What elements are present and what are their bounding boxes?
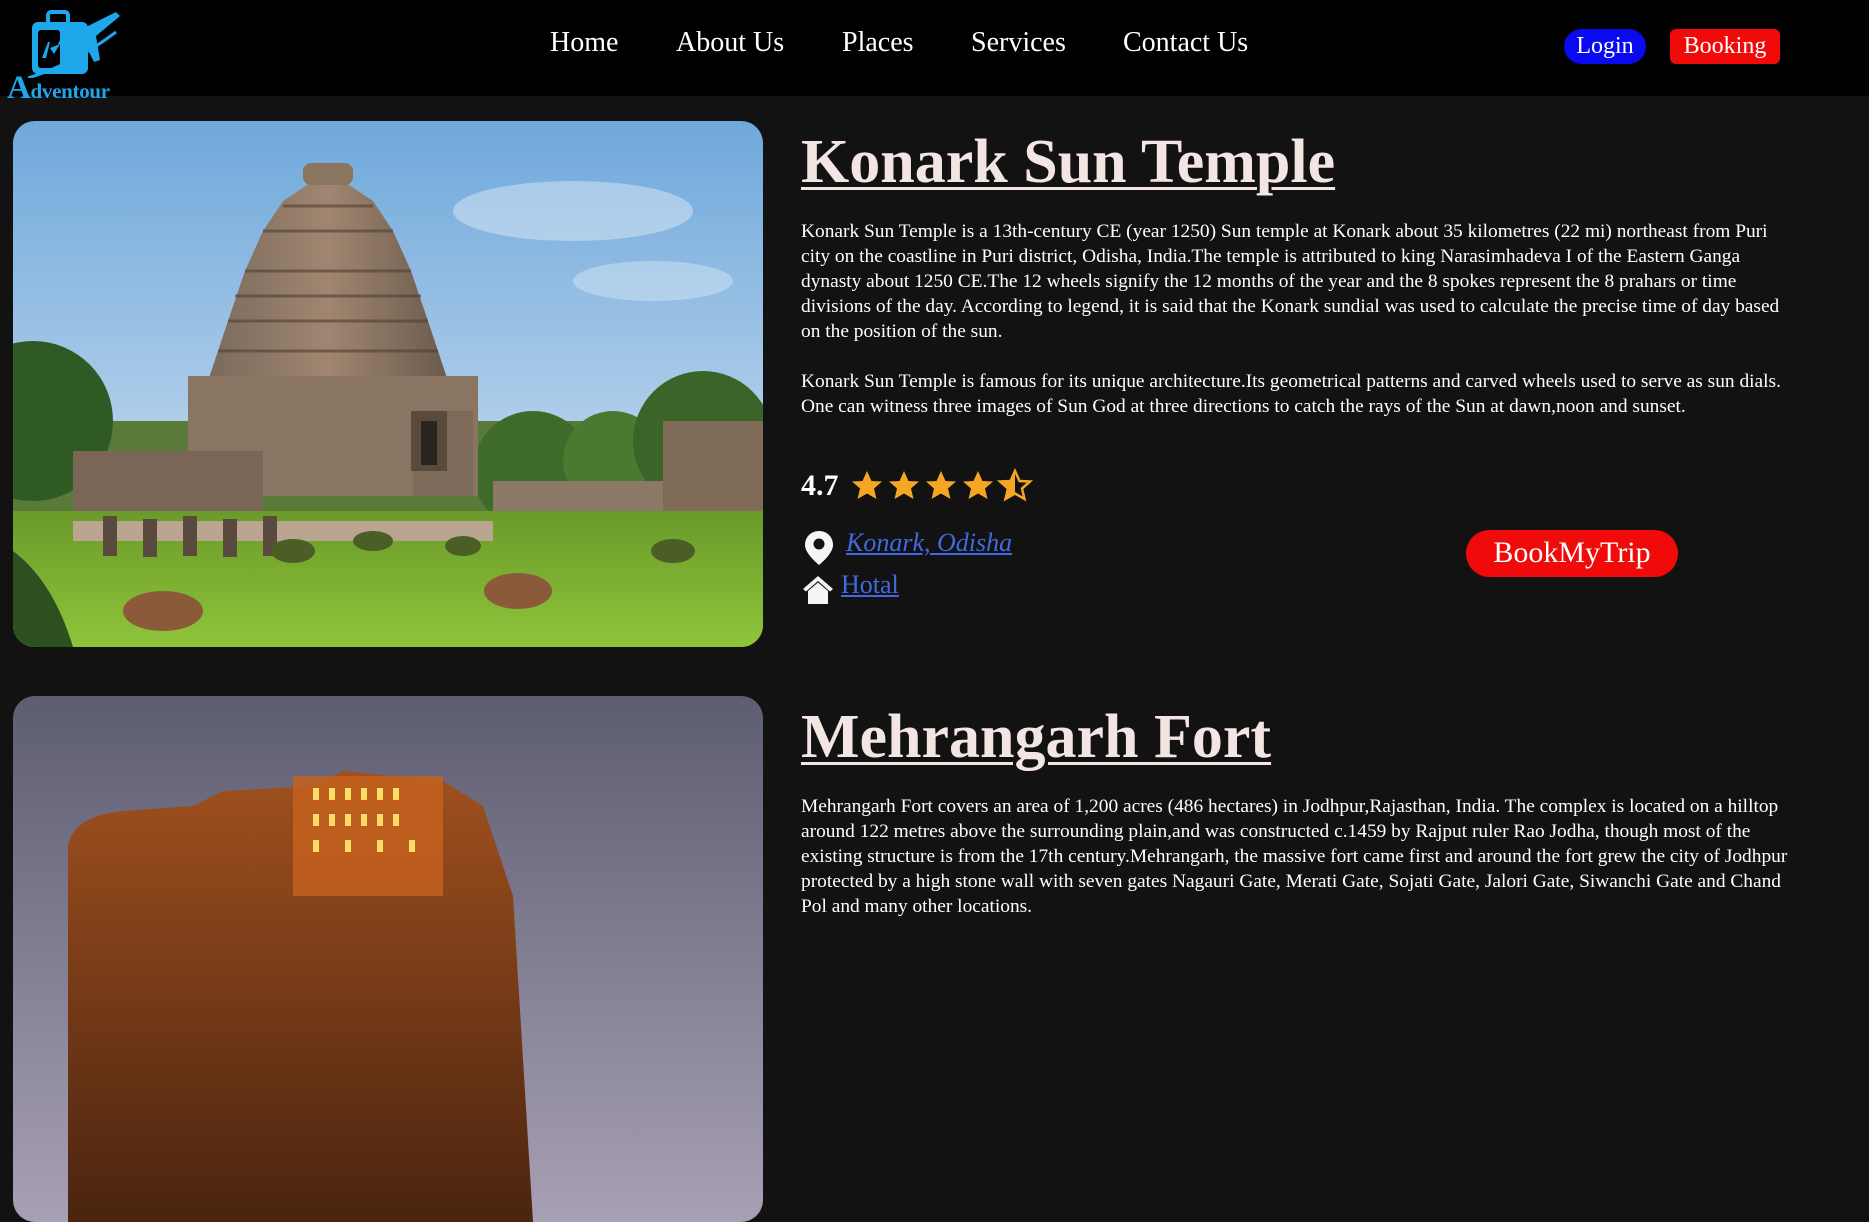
house-icon (803, 576, 833, 604)
map-pin-icon (805, 531, 833, 565)
logo-wordmark: dventour (30, 79, 111, 103)
place-title-konark: Konark Sun Temple (801, 128, 1336, 196)
nav-services[interactable]: Services (971, 27, 1066, 59)
logo-text: Adventour (7, 70, 110, 107)
nav-home[interactable]: Home (550, 27, 618, 59)
place-title-mehrangarh: Mehrangarh Fort (801, 703, 1272, 771)
rating-value: 4.7 (801, 469, 839, 502)
nav-contact-us[interactable]: Contact Us (1123, 27, 1248, 59)
nav-about-us[interactable]: About Us (676, 27, 784, 59)
star-icon (926, 471, 956, 499)
location-link[interactable]: Konark, Odisha (846, 528, 1012, 558)
logo-initial: A (7, 70, 31, 106)
place-description-konark-2: Konark Sun Temple is famous for its uniq… (801, 371, 1781, 417)
nav-places[interactable]: Places (842, 27, 914, 59)
book-my-trip-button[interactable]: BookMyTrip (1466, 530, 1678, 577)
rating-stars (852, 468, 1034, 502)
suitcase-airplane-icon (27, 10, 120, 78)
mehrangarh-fort-image (13, 696, 763, 1222)
star-half-icon (996, 468, 1034, 502)
place-description-mehrangarh-1: Mehrangarh Fort covers an area of 1,200 … (801, 796, 1788, 917)
star-icon (963, 471, 993, 499)
hotel-link[interactable]: Hotal (841, 570, 899, 600)
place-description-konark-1: Konark Sun Temple is a 13th-century CE (… (801, 221, 1780, 342)
login-button[interactable]: Login (1564, 29, 1646, 64)
konark-temple-image (13, 121, 763, 647)
star-icon (889, 471, 919, 499)
star-icon (852, 471, 882, 499)
site-logo[interactable]: Adventour (4, 8, 124, 106)
booking-button[interactable]: Booking (1670, 29, 1780, 64)
top-navbar: Adventour Home About Us Places Services … (0, 0, 1869, 106)
